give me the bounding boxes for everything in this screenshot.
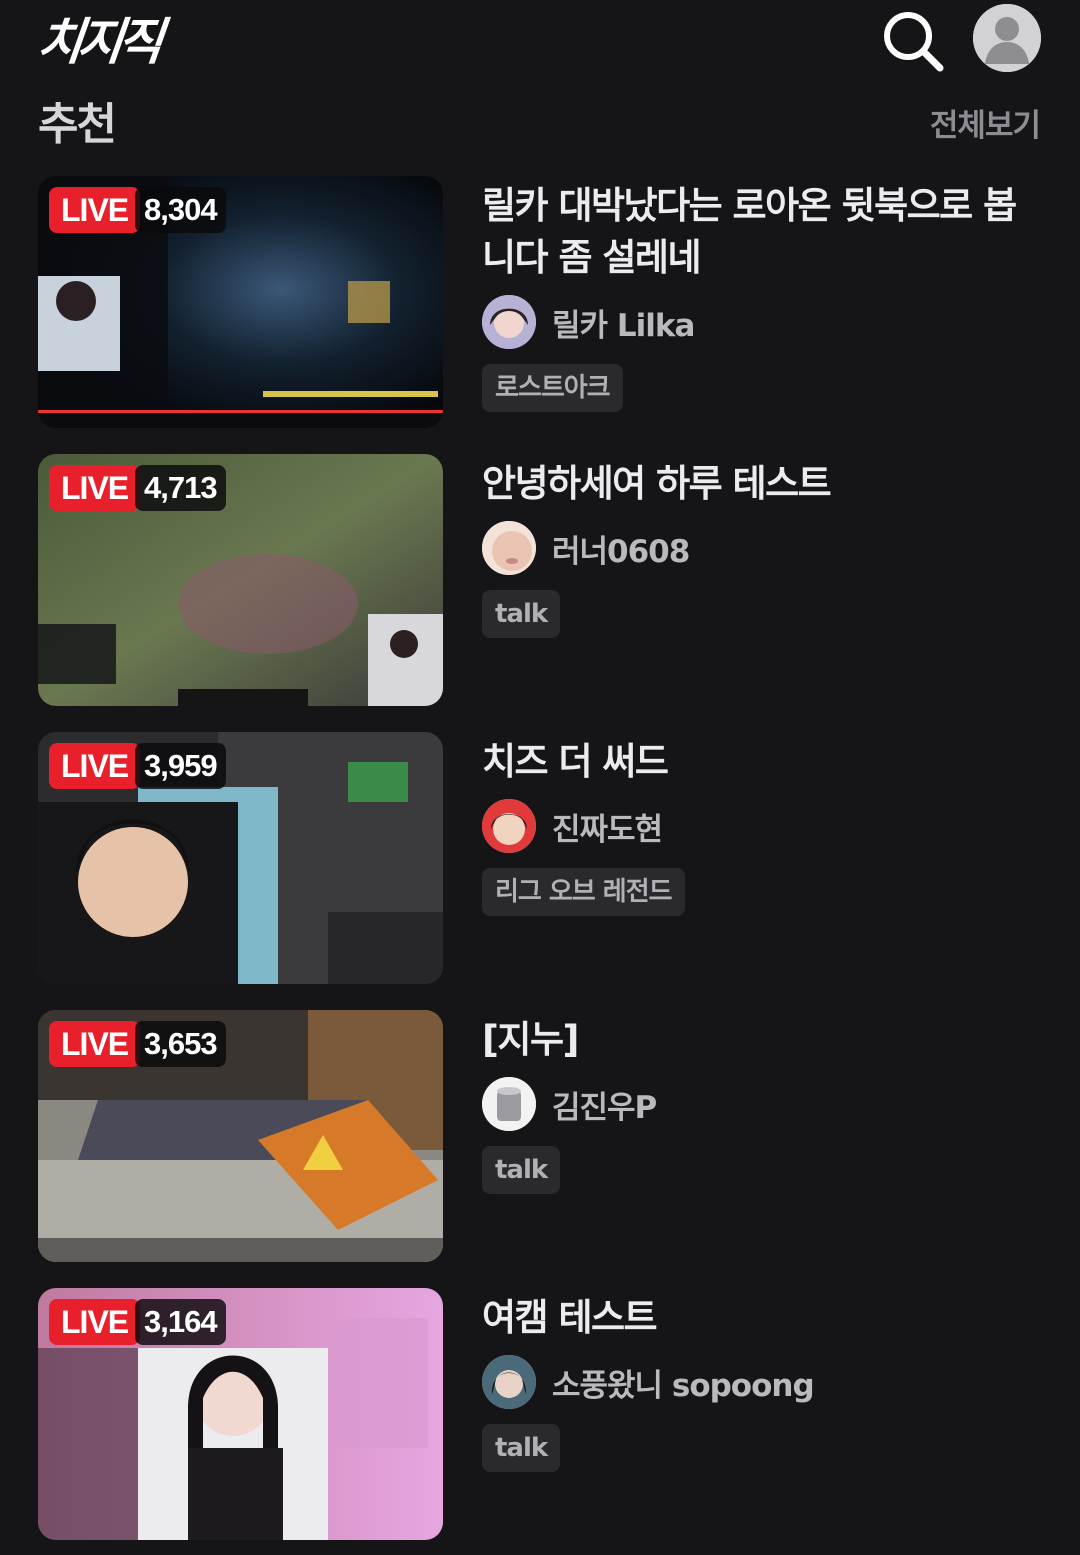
channel-row[interactable]: 소풍왔니 sopoong xyxy=(482,1354,1042,1410)
user-avatar-icon xyxy=(973,4,1041,72)
channel-avatar-image xyxy=(482,1077,536,1131)
channel-avatar-image xyxy=(482,799,536,853)
section-title: 추천 xyxy=(38,99,117,150)
viewer-count: 3,653 xyxy=(135,1021,226,1067)
viewer-count: 3,959 xyxy=(135,743,226,789)
stream-info: 안녕하세여 하루 테스트 러너0608 talk xyxy=(482,454,1042,638)
channel-row[interactable]: 러너0608 xyxy=(482,520,1042,576)
channel-row[interactable]: 릴카 Lilka xyxy=(482,294,1042,350)
stream-card[interactable]: LIVE 8,304 릴카 대박났다는 로아온 뒷북으로 봅니다 좀 설레네 릴… xyxy=(38,176,1048,428)
channel-avatar[interactable] xyxy=(482,799,536,853)
stream-card[interactable]: LIVE 3,959 치즈 더 써드 진짜도현 리그 오브 레전드 xyxy=(38,732,1048,984)
stream-info: 릴카 대박났다는 로아온 뒷북으로 봅니다 좀 설레네 릴카 Lilka 로스트… xyxy=(482,176,1042,412)
channel-avatar-image xyxy=(482,295,536,349)
stream-info: 치즈 더 써드 진짜도현 리그 오브 레전드 xyxy=(482,732,1042,916)
category-tag[interactable]: 리그 오브 레전드 xyxy=(482,868,685,916)
live-badge: LIVE xyxy=(49,1021,141,1067)
channel-name[interactable]: 러너0608 xyxy=(552,526,690,571)
stream-info: [지누] 김진우P talk xyxy=(482,1010,1042,1194)
channel-avatar[interactable] xyxy=(482,295,536,349)
stream-info: 여캠 테스트 소풍왔니 sopoong talk xyxy=(482,1288,1042,1472)
channel-avatar-image xyxy=(482,1355,536,1409)
stream-card[interactable]: LIVE 3,164 여캠 테스트 소풍왔니 sopoong talk xyxy=(38,1288,1048,1540)
channel-name[interactable]: 진짜도현 xyxy=(552,804,663,849)
live-badge: LIVE xyxy=(49,187,141,233)
channel-name[interactable]: 릴카 Lilka xyxy=(552,300,695,345)
stream-card[interactable]: LIVE 4,713 안녕하세여 하루 테스트 러너0608 talk xyxy=(38,454,1048,706)
logo[interactable]: 치지직 xyxy=(34,2,162,74)
viewer-count: 3,164 xyxy=(135,1299,226,1345)
stream-thumbnail[interactable]: LIVE 3,164 xyxy=(38,1288,443,1540)
channel-name[interactable]: 소풍왔니 sopoong xyxy=(552,1360,815,1405)
stream-title[interactable]: 여캠 테스트 xyxy=(482,1292,1042,1344)
stream-title[interactable]: 릴카 대박났다는 로아온 뒷북으로 봅니다 좀 설레네 xyxy=(482,180,1042,284)
channel-avatar-image xyxy=(482,521,536,575)
category-tag[interactable]: talk xyxy=(482,1146,561,1194)
stream-card[interactable]: LIVE 3,653 [지누] 김진우P talk xyxy=(38,1010,1048,1262)
channel-name[interactable]: 김진우P xyxy=(552,1082,657,1127)
live-badge: LIVE xyxy=(49,465,141,511)
category-tag[interactable]: 로스트아크 xyxy=(482,364,623,412)
stream-thumbnail[interactable]: LIVE 3,959 xyxy=(38,732,443,984)
profile-button[interactable] xyxy=(973,4,1041,72)
channel-row[interactable]: 진짜도현 xyxy=(482,798,1042,854)
channel-avatar[interactable] xyxy=(482,1355,536,1409)
search-icon xyxy=(884,12,944,72)
live-badge: LIVE xyxy=(49,743,141,789)
viewer-count: 8,304 xyxy=(135,187,226,233)
channel-avatar[interactable] xyxy=(482,521,536,575)
top-bar: 치지직 xyxy=(0,0,1080,90)
viewer-count: 4,713 xyxy=(135,465,226,511)
channel-row[interactable]: 김진우P xyxy=(482,1076,1042,1132)
stream-title[interactable]: 치즈 더 써드 xyxy=(482,736,1042,788)
stream-title[interactable]: 안녕하세여 하루 테스트 xyxy=(482,458,1042,510)
stream-title[interactable]: [지누] xyxy=(482,1014,1042,1066)
stream-thumbnail[interactable]: LIVE 4,713 xyxy=(38,454,443,706)
live-badge: LIVE xyxy=(49,1299,141,1345)
view-all-link[interactable]: 전체보기 xyxy=(930,100,1041,145)
search-button[interactable] xyxy=(880,8,946,74)
category-tag[interactable]: talk xyxy=(482,590,561,638)
channel-avatar[interactable] xyxy=(482,1077,536,1131)
stream-thumbnail[interactable]: LIVE 8,304 xyxy=(38,176,443,428)
stream-thumbnail[interactable]: LIVE 3,653 xyxy=(38,1010,443,1262)
category-tag[interactable]: talk xyxy=(482,1424,561,1472)
